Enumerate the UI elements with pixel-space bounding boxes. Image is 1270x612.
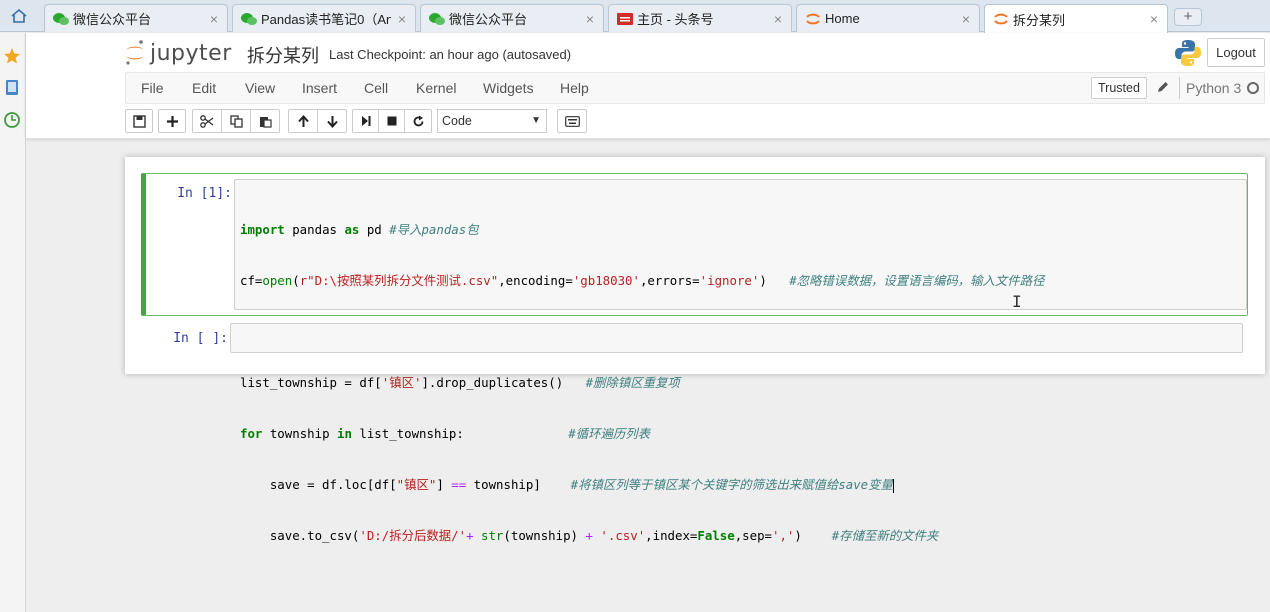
scissors-icon: [200, 114, 214, 128]
divider: [1179, 77, 1180, 99]
cell-type-value: Code: [442, 114, 472, 128]
python-logo-icon: [1173, 38, 1203, 68]
interrupt-button[interactable]: [378, 109, 405, 133]
code-line: list_township = df['镇区'].drop_duplicates…: [240, 375, 680, 390]
copy-button[interactable]: [221, 109, 251, 133]
close-icon[interactable]: ×: [771, 11, 785, 27]
code-editor[interactable]: import pandas as pd #导入pandas包 cf=open(r…: [234, 179, 1247, 543]
tab-title: 微信公众平台: [449, 12, 528, 27]
notebook-container: In [1]: import pandas as pd #导入pandas包 c…: [125, 157, 1265, 543]
arrow-down-icon: [326, 115, 338, 128]
menu-help[interactable]: Help: [560, 80, 589, 96]
tab-title: Home: [825, 11, 860, 26]
notebook-name[interactable]: 拆分某列: [247, 42, 319, 68]
jupyter-logo-text: jupyter: [150, 40, 232, 66]
jupyter-icon: [993, 11, 1009, 27]
close-icon[interactable]: ×: [583, 11, 597, 27]
notebook-toolbar: Code ▼: [125, 109, 1265, 135]
cell-type-select[interactable]: Code ▼: [437, 109, 547, 133]
wechat-icon: [53, 11, 69, 27]
step-forward-icon: [361, 116, 370, 126]
trusted-badge[interactable]: Trusted: [1091, 77, 1147, 99]
browser-tab[interactable]: Pandas读书笔记0（Ana ×: [232, 4, 416, 32]
pencil-icon[interactable]: [1156, 80, 1170, 94]
menu-bar: File Edit View Insert Cell Kernel Widget…: [125, 72, 1265, 104]
checkpoint-status: Last Checkpoint: an hour ago (autosaved): [329, 47, 572, 62]
copy-icon: [229, 114, 243, 128]
cut-button[interactable]: [192, 109, 222, 133]
command-palette-button[interactable]: [557, 109, 587, 133]
reader-icon[interactable]: [3, 79, 21, 97]
jupyter-logo-icon: [126, 40, 144, 65]
menu-view[interactable]: View: [245, 80, 275, 96]
paste-button[interactable]: [250, 109, 280, 133]
arrow-up-icon: [297, 114, 309, 127]
plus-icon: [166, 115, 178, 127]
move-up-button[interactable]: [288, 109, 318, 133]
code-line: save.to_csv('D:/拆分后数据/'+ str(township) +…: [240, 528, 939, 543]
star-icon[interactable]: [3, 47, 21, 65]
kernel-name[interactable]: Python 3: [1186, 80, 1241, 96]
close-icon[interactable]: ×: [959, 11, 973, 27]
menu-file[interactable]: File: [141, 80, 164, 96]
close-icon[interactable]: ×: [1147, 11, 1161, 27]
browser-sidebar: [0, 33, 26, 612]
browser-tab[interactable]: 主页 - 头条号 ×: [608, 4, 792, 32]
chevron-down-icon: ▼: [531, 115, 541, 126]
code-cell[interactable]: In [ ]:: [141, 321, 1248, 355]
save-button[interactable]: [125, 109, 153, 133]
close-icon[interactable]: ×: [395, 11, 409, 27]
jupyter-icon: [805, 11, 821, 27]
menu-edit[interactable]: Edit: [192, 80, 216, 96]
kernel-status-indicator: [1247, 82, 1259, 94]
restart-button[interactable]: [404, 109, 432, 133]
code-line: save = df.loc[df["镇区"] == township] #将镇区…: [240, 477, 894, 493]
menu-insert[interactable]: Insert: [302, 80, 337, 96]
code-line: for township in list_township: #循环遍历列表: [240, 426, 651, 441]
wechat-icon: [241, 11, 257, 27]
logout-button[interactable]: Logout: [1207, 38, 1265, 67]
keyboard-icon: [564, 115, 580, 127]
paste-icon: [259, 116, 272, 128]
home-icon[interactable]: [0, 0, 38, 32]
browser-tab[interactable]: 微信公众平台 ×: [44, 4, 228, 32]
jupyter-header: jupyter 拆分某列 Last Checkpoint: an hour ag…: [26, 33, 1270, 139]
input-prompt: In [ ]:: [173, 331, 228, 346]
code-line: cf=open(r"D:\按照某列拆分文件测试.csv",encoding='g…: [240, 273, 1045, 288]
tab-title: Pandas读书笔记0（Ana: [261, 12, 391, 27]
new-tab-button[interactable]: +: [1174, 8, 1202, 26]
browser-tab-strip: 微信公众平台 × Pandas读书笔记0（Ana × 微信公众平台 × 主页 -…: [0, 0, 1270, 33]
code-line: import pandas as pd #导入pandas包: [240, 222, 479, 237]
toutiao-icon: [617, 11, 633, 27]
input-prompt: In [1]:: [177, 186, 232, 201]
close-icon[interactable]: ×: [207, 11, 221, 27]
history-clock-icon[interactable]: [3, 111, 21, 129]
browser-tab[interactable]: 微信公众平台 ×: [420, 4, 604, 32]
text-cursor: [892, 478, 894, 493]
code-text: import pandas as pd #导入pandas包 cf=open(r…: [240, 187, 1044, 578]
save-icon: [132, 114, 146, 128]
code-editor-empty[interactable]: [230, 323, 1243, 353]
wechat-icon: [429, 11, 445, 27]
tab-title: 拆分某列: [1013, 12, 1066, 28]
mouse-ibeam-cursor: I: [1012, 292, 1022, 311]
refresh-icon: [413, 115, 423, 126]
stop-icon: [387, 116, 396, 126]
jupyter-logo[interactable]: jupyter: [124, 39, 232, 67]
tab-title: 微信公众平台: [73, 12, 152, 27]
browser-tab[interactable]: Home ×: [796, 4, 980, 32]
menu-cell[interactable]: Cell: [364, 80, 388, 96]
code-cell-selected[interactable]: In [1]: import pandas as pd #导入pandas包 c…: [141, 173, 1248, 543]
menu-widgets[interactable]: Widgets: [483, 80, 534, 96]
tab-title: 主页 - 头条号: [637, 12, 714, 27]
insert-cell-button[interactable]: [158, 109, 186, 133]
browser-tab-active[interactable]: 拆分某列 ×: [984, 4, 1168, 33]
run-button[interactable]: [352, 109, 379, 133]
menu-kernel[interactable]: Kernel: [416, 80, 456, 96]
move-down-button[interactable]: [317, 109, 347, 133]
